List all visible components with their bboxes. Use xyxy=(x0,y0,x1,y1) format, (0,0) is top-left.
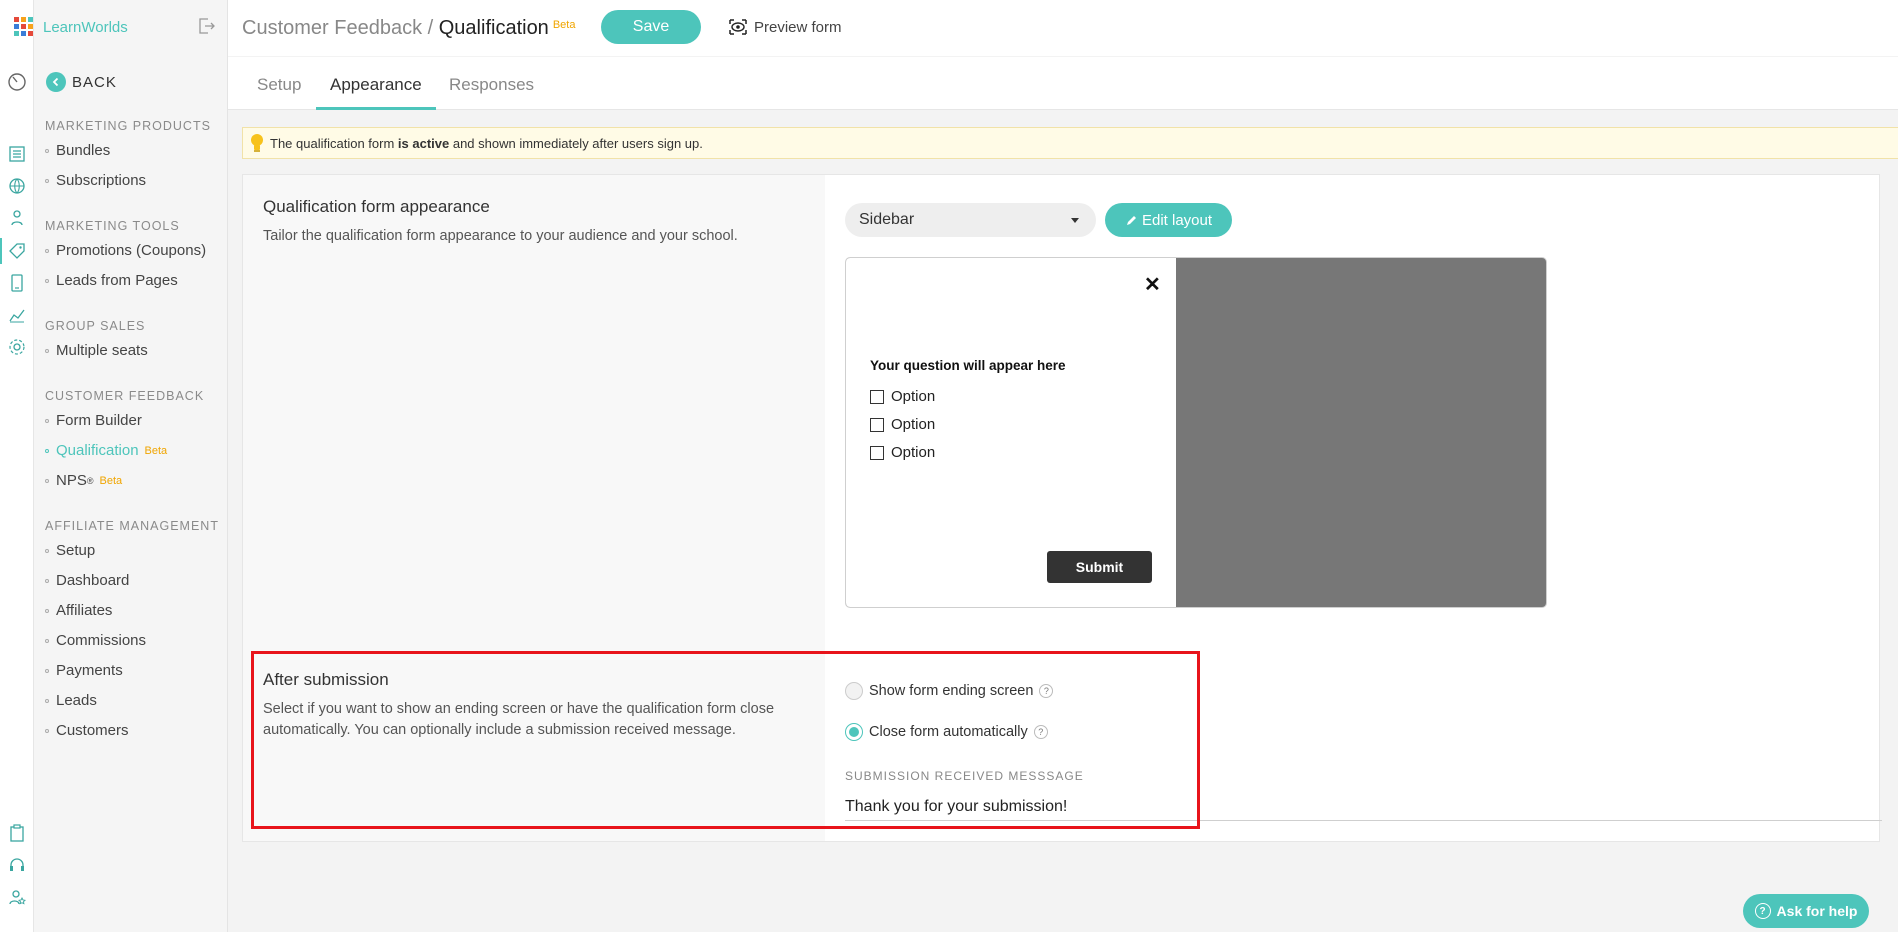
section-group-sales: GROUP SALES xyxy=(45,319,146,333)
learnworlds-logo-icon xyxy=(14,17,33,36)
radio-label: Show form ending screen xyxy=(869,683,1034,699)
dashboard-speed-icon[interactable] xyxy=(7,72,27,92)
sidebar-item-multiple-seats[interactable]: Multiple seats xyxy=(45,342,148,359)
ask-for-help-label: Ask for help xyxy=(1776,903,1858,919)
radio-close-automatically[interactable]: Close form automatically ? xyxy=(845,723,1048,741)
sidebar-item-setup[interactable]: Setup xyxy=(45,542,95,559)
checkbox-icon xyxy=(870,445,884,460)
sidebar-item-dashboard[interactable]: Dashboard xyxy=(45,572,129,589)
tab-setup[interactable]: Setup xyxy=(257,75,301,95)
panel-left-column xyxy=(243,175,825,841)
radio-button[interactable] xyxy=(845,682,863,700)
section-marketing-tools: MARKETING TOOLS xyxy=(45,219,180,233)
info-text: The qualification form is active and sho… xyxy=(270,135,703,151)
sidebar-item-commissions[interactable]: Commissions xyxy=(45,632,146,649)
radio-button-selected[interactable] xyxy=(845,723,863,741)
after-submission-title: After submission xyxy=(263,670,389,689)
clipboard-icon[interactable] xyxy=(7,823,27,843)
users-icon[interactable] xyxy=(7,208,27,228)
preview-form-button[interactable]: Preview form xyxy=(728,18,842,36)
sidebar-item-leads-from-pages[interactable]: Leads from Pages xyxy=(45,272,178,289)
globe-icon[interactable] xyxy=(7,176,27,196)
sidebar-item-affiliates[interactable]: Affiliates xyxy=(45,602,112,619)
preview-option: Option xyxy=(870,416,935,433)
section-affiliate-management: AFFILIATE MANAGEMENT xyxy=(45,519,219,533)
form-preview: ✕ Your question will appear here Option … xyxy=(845,257,1547,608)
section-marketing-products: MARKETING PRODUCTS xyxy=(45,119,211,133)
help-icon[interactable]: ? xyxy=(1039,684,1054,698)
page-header: Customer Feedback / Qualification Beta Sa… xyxy=(228,0,1898,56)
breadcrumb-parent[interactable]: Customer Feedback / xyxy=(242,17,439,39)
help-icon[interactable]: ? xyxy=(1033,725,1048,739)
courses-icon[interactable] xyxy=(7,144,27,164)
submission-message-input[interactable] xyxy=(845,793,1882,821)
appearance-title: Qualification form appearance xyxy=(263,197,490,216)
edit-layout-button[interactable]: Edit layout xyxy=(1105,203,1232,237)
active-tab-indicator xyxy=(316,107,436,110)
settings-gear-icon[interactable] xyxy=(7,337,27,357)
tab-appearance[interactable]: Appearance xyxy=(330,75,422,95)
radio-show-ending-screen[interactable]: Show form ending screen ? xyxy=(845,682,1054,700)
sidebar-item-bundles[interactable]: Bundles xyxy=(45,142,110,159)
sidebar-item-leads[interactable]: Leads xyxy=(45,692,97,709)
info-banner: The qualification form is active and sho… xyxy=(242,127,1898,159)
page-title: Qualification xyxy=(438,17,549,39)
sidebar-item-qualification[interactable]: Qualification Beta xyxy=(45,442,167,459)
brand-name: LearnWorlds xyxy=(43,18,128,36)
eye-icon xyxy=(729,19,747,35)
brand[interactable]: LearnWorlds xyxy=(14,17,128,37)
pencil-icon xyxy=(1126,215,1136,225)
sidebar-item-subscriptions[interactable]: Subscriptions xyxy=(45,172,146,189)
preview-option: Option xyxy=(870,444,935,461)
submission-message-label: SUBMISSION RECEIVED MESSSAGE xyxy=(845,769,1084,783)
ask-for-help-button[interactable]: ? Ask for help xyxy=(1743,894,1869,928)
save-button[interactable]: Save xyxy=(601,10,701,44)
after-submission-description: Select if you want to show an ending scr… xyxy=(263,701,775,738)
logout-icon[interactable] xyxy=(198,18,216,39)
breadcrumb: Customer Feedback / Qualification Beta xyxy=(242,17,575,40)
beta-badge: Beta xyxy=(99,474,123,487)
sidebar-item-payments[interactable]: Payments xyxy=(45,662,123,679)
checkbox-icon xyxy=(870,417,884,432)
sidebar-item-nps[interactable]: NPS ® Beta xyxy=(45,472,122,489)
edit-layout-label: Edit layout xyxy=(1141,211,1213,229)
beta-badge: Beta xyxy=(144,444,168,457)
beta-badge: Beta xyxy=(552,19,576,31)
layout-select-value: Sidebar xyxy=(859,211,915,228)
caret-down-icon xyxy=(1071,218,1079,223)
icon-rail xyxy=(0,0,34,932)
sidebar-item-form-builder[interactable]: Form Builder xyxy=(45,412,142,429)
headset-support-icon[interactable] xyxy=(7,855,27,875)
rail-active-indicator xyxy=(0,238,2,264)
close-icon: ✕ xyxy=(1144,274,1161,296)
back-button[interactable]: BACK xyxy=(46,72,117,92)
section-customer-feedback: CUSTOMER FEEDBACK xyxy=(45,389,205,403)
user-star-icon[interactable] xyxy=(7,887,27,907)
mobile-icon[interactable] xyxy=(7,273,27,293)
back-label: BACK xyxy=(72,73,117,91)
sidebar-item-promotions[interactable]: Promotions (Coupons) xyxy=(45,242,206,259)
tab-responses[interactable]: Responses xyxy=(449,75,534,95)
preview-form-label: Preview form xyxy=(754,18,842,36)
layout-select[interactable]: Sidebar xyxy=(845,203,1096,237)
preview-question: Your question will appear here xyxy=(870,358,1066,373)
lightbulb-icon xyxy=(251,134,263,152)
sidebar-item-customers[interactable]: Customers xyxy=(45,722,129,739)
appearance-description: Tailor the qualification form appearance… xyxy=(263,228,738,244)
marketing-tag-icon[interactable] xyxy=(7,241,27,261)
preview-option: Option xyxy=(870,388,935,405)
sidebar: LearnWorlds BACK MARKETING PRODUCTS Bund… xyxy=(14,0,228,932)
back-arrow-icon xyxy=(46,72,66,92)
question-circle-icon: ? xyxy=(1754,903,1771,919)
registered-mark: ® xyxy=(86,475,94,486)
analytics-icon[interactable] xyxy=(7,305,27,325)
tab-bar: Setup Appearance Responses xyxy=(228,57,1898,110)
preview-submit-button: Submit xyxy=(1047,551,1152,583)
radio-label: Close form automatically xyxy=(869,724,1028,740)
checkbox-icon xyxy=(870,389,884,404)
settings-panel: Qualification form appearance Tailor the… xyxy=(242,174,1882,842)
form-preview-sidebar: ✕ Your question will appear here Option … xyxy=(846,258,1176,607)
